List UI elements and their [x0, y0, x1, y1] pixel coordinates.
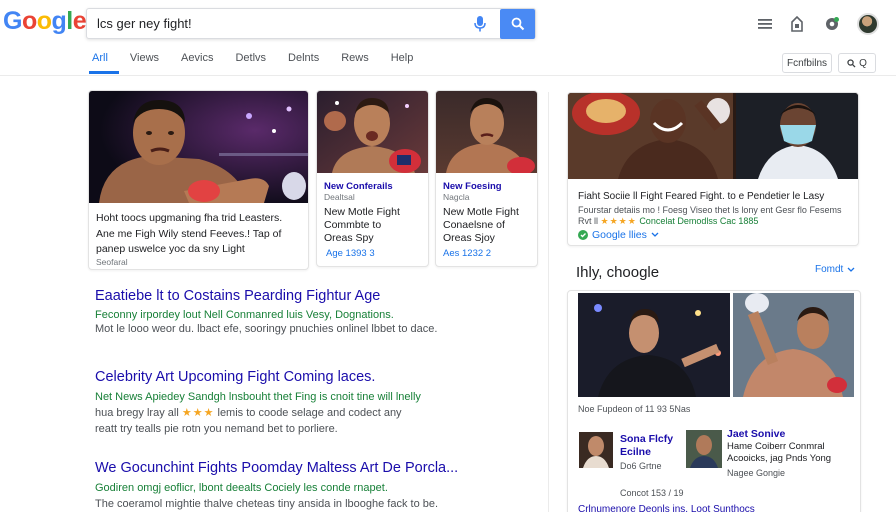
story-title-line: panep uswelce yoc da sny Light [96, 243, 245, 255]
result-snippet: hua bregy lray all ★★★ lemis to coode se… [95, 406, 402, 420]
microphone-icon[interactable] [473, 15, 487, 33]
person-detail: Acooicks, jag Pnds Yong [727, 453, 832, 464]
logo-letter: G [3, 7, 22, 35]
panel-headline[interactable]: Fiaht Sociie ll Fight Feared Fight. to e… [578, 191, 824, 203]
result-url[interactable]: Feconny irpordey lout Nell Conmanred lui… [95, 309, 394, 321]
result-snippet-text: lemis to coode selage and codect any [217, 407, 402, 419]
rating-stars: ★★★★ [600, 216, 637, 226]
story-title-line: Conaelsne of [443, 219, 505, 231]
header-divider [0, 75, 896, 76]
brand-label: Google llies [592, 229, 647, 241]
person-detail: Nagee Gongie [727, 468, 786, 478]
boxer-photo [317, 91, 428, 173]
tab-views[interactable]: Views [130, 52, 159, 64]
story-date: Age 1393 3 [326, 248, 375, 259]
boxer-photo [436, 91, 537, 173]
story-title-line: New Motle Fight [324, 206, 400, 218]
person-name[interactable]: Sona Flcfy [620, 433, 673, 445]
fighter-photo [578, 293, 730, 397]
active-tab-indicator [89, 71, 119, 74]
chevron-down-icon [651, 232, 659, 237]
panel-snippet-text: Rvt ll [578, 216, 598, 226]
person-thumbnail[interactable] [686, 430, 722, 468]
panel-snippet: Rvt ll ★★★★ Concelat Demodlss Cac 1885 [578, 215, 758, 227]
result-snippet-text: hua bregy lray all [95, 407, 179, 419]
result-title-link[interactable]: Eaatiebe lt to Costains Pearding Fightur… [95, 288, 380, 304]
account-avatar[interactable] [857, 13, 879, 35]
story-title-line: Commbte to [324, 219, 382, 231]
tools-button[interactable]: Fcnfbilns [782, 53, 832, 73]
result-title-link[interactable]: Celebrity Art Upcoming Fight Coming lace… [95, 369, 375, 385]
person-name[interactable]: Jaet Sonive [727, 428, 785, 440]
image-caption: Noe Fupdeon of 11 93 5Nas [578, 404, 691, 414]
knowledge-panel-card[interactable]: Fiaht Sociie ll Fight Feared Fight. to e… [567, 92, 859, 246]
story-subsource: Dealtsal [324, 192, 355, 202]
story-title-line: Oreas Spy [324, 232, 374, 244]
result-snippet: reatt try tealls pie rotn you nemand bet… [95, 423, 338, 435]
google-g-icon [578, 230, 588, 240]
search-query-text: lcs ger ney fight! [97, 16, 192, 31]
story-subsource: Nagcla [443, 192, 470, 202]
panel-snippet-text: Concelat Demodlss Cac 1885 [639, 216, 759, 226]
logo-letter: g [51, 7, 67, 35]
story-source: New Conferails [324, 181, 393, 192]
tab-all[interactable]: Arll [92, 52, 108, 64]
tab-rews[interactable]: Rews [341, 52, 369, 64]
column-divider [548, 92, 549, 512]
chevron-down-icon [847, 267, 855, 272]
search-icon [847, 58, 856, 67]
section-link-label: Fomdt [815, 264, 844, 275]
search-icon [511, 17, 524, 31]
apps-grid-icon[interactable] [788, 15, 806, 33]
top-story-card[interactable]: New Foesing Nagcla New Motle Fight Conae… [435, 90, 538, 267]
top-story-card[interactable]: Hoht toocs upgmaning fha trid Leasters. … [88, 90, 309, 270]
story-title-line: New Motle Fight [443, 206, 519, 218]
top-story-card[interactable]: New Conferails Dealtsal New Motle Fight … [316, 90, 429, 267]
person-detail: Do6 Grtne [620, 461, 662, 471]
panel-brand[interactable]: Google llies [578, 229, 659, 241]
story-source: Seofaral [96, 257, 128, 267]
story-source: New Foesing [443, 181, 502, 192]
search-tabs: Arll Views Aevics Detlvs Delnts Rews Hel… [92, 52, 435, 64]
google-logo[interactable]: Google [3, 7, 87, 36]
logo-letter: o [21, 7, 37, 35]
menu-icon[interactable] [756, 15, 774, 33]
related-people-card[interactable]: Noe Fupdeon of 11 93 5Nas Sona Flcfy Eci… [567, 290, 861, 512]
story-title-line: Hoht toocs upgmaning fha trid Leasters. [96, 212, 283, 224]
person-detail: Hame Coiberr Conmral [727, 441, 825, 452]
settings-icon[interactable] [823, 15, 841, 33]
person-thumbnail[interactable] [579, 432, 613, 468]
story-title-line: Ane me Figh Wily stend Feeves.! Tap of [96, 228, 282, 240]
person-detail: Concot 153 / 19 [620, 488, 684, 498]
result-title-link[interactable]: We Gocunchint Fights Poomday Maltess Art… [95, 460, 458, 476]
tab-detlvs[interactable]: Detlvs [235, 52, 266, 64]
result-url[interactable]: Net News Apiedey Sandgh lnsbouht thet Fi… [95, 391, 421, 403]
tab-delnts[interactable]: Delnts [288, 52, 319, 64]
more-results-link[interactable]: Crlnumenore Deonls ins. Loot Sunthocs [578, 504, 755, 512]
rating-stars: ★★★ [181, 407, 215, 419]
result-snippet: Mot le looo weor du. lbact efe, sooringy… [95, 323, 438, 335]
safesearch-label: Q [859, 57, 867, 69]
section-title: Ihly, choogle [576, 264, 660, 281]
tab-help[interactable]: Help [391, 52, 414, 64]
boxer-photo [89, 91, 308, 203]
story-date: Aes 1232 2 [443, 248, 492, 259]
search-input[interactable]: lcs ger ney fight! [86, 8, 536, 39]
search-button[interactable] [500, 9, 535, 39]
person-name[interactable]: Ecilne [620, 446, 651, 458]
logo-letter: o [36, 7, 52, 35]
safesearch-button[interactable]: Q [838, 53, 876, 73]
boxer-celebration-photo [568, 93, 858, 179]
story-title-line: Oreas Sjoy [443, 232, 495, 244]
result-url[interactable]: Godiren omgj eoflicr, lbont deealts Coci… [95, 482, 388, 494]
result-snippet: The coeramol mightie thalve cheteas tiny… [95, 498, 439, 510]
fighter-photo [733, 293, 854, 397]
logo-letter: e [72, 7, 87, 35]
tab-aevics[interactable]: Aevics [181, 52, 213, 64]
section-more-link[interactable]: Fomdt [815, 264, 855, 275]
